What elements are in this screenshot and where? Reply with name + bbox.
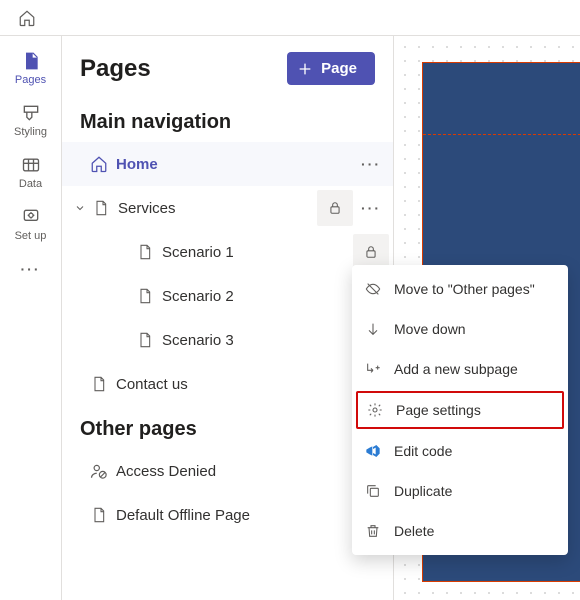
context-menu: Move to "Other pages" Move down Add a ne… [352,265,568,555]
other-pages-tree: Access Denied Default Offline Page [62,449,393,537]
tree-item-label: Scenario 1 [162,244,234,261]
cm-label: Move to "Other pages" [394,281,535,297]
left-rail: Pages Styling Data Set up ··· [0,36,62,600]
tree-item-label: Home [116,156,158,173]
cm-label: Duplicate [394,483,452,499]
home-icon[interactable] [16,7,38,29]
rail-label: Pages [15,74,46,86]
tree-item-label: Access Denied [116,463,216,480]
cm-edit-code[interactable]: Edit code [352,431,568,471]
table-icon [20,154,42,176]
person-denied-icon [88,462,110,480]
cm-move-down[interactable]: Move down [352,309,568,349]
cm-duplicate[interactable]: Duplicate [352,471,568,511]
subpage-icon [364,360,382,378]
tree-item-label: Contact us [116,376,188,393]
pages-panel: Pages Page Main navigation Home ··· [62,36,394,600]
tree-item-offline[interactable]: Default Offline Page [62,493,393,537]
cm-page-settings[interactable]: Page settings [356,391,564,429]
tree-item-scenario-2[interactable]: Scenario 2 [62,274,393,318]
more-icon: ··· [20,258,42,280]
tree-item-contact[interactable]: Contact us [62,362,393,406]
panel-title: Pages [80,55,151,83]
cm-label: Add a new subpage [394,361,518,377]
cm-move-to-other[interactable]: Move to "Other pages" [352,269,568,309]
rail-label: Set up [15,230,47,242]
tree-item-home[interactable]: Home ··· [62,142,393,186]
rail-label: Styling [14,126,47,138]
page-icon [134,243,156,261]
more-icon[interactable]: ··· [353,146,389,182]
lock-icon[interactable] [317,190,353,226]
code-icon [364,442,382,460]
page-icon [88,506,110,524]
tree-item-label: Scenario 3 [162,332,234,349]
cm-label: Page settings [396,402,481,418]
rail-item-data[interactable]: Data [4,146,58,196]
preview-header [423,63,580,135]
cm-delete[interactable]: Delete [352,511,568,551]
panel-header: Pages Page [62,36,393,99]
cm-label: Move down [394,321,466,337]
rail-label: Data [19,178,42,190]
tree-item-scenario-3[interactable]: Scenario 3 [62,318,393,362]
cm-add-subpage[interactable]: Add a new subpage [352,349,568,389]
tree-item-access-denied[interactable]: Access Denied [62,449,393,493]
rail-item-more[interactable]: ··· [4,250,58,286]
main-nav-tree: Home ··· Services ··· [62,142,393,406]
setup-icon [20,206,42,228]
tree-item-scenario-1[interactable]: Scenario 1 [62,230,393,274]
rail-item-styling[interactable]: Styling [4,94,58,144]
arrow-down-icon [364,320,382,338]
tree-item-label: Services [118,200,176,217]
duplicate-icon [364,482,382,500]
more-icon[interactable]: ··· [353,190,389,226]
section-main-nav-title: Main navigation [62,99,393,142]
page-icon [88,375,110,393]
add-page-button[interactable]: Page [287,52,375,85]
rail-item-pages[interactable]: Pages [4,42,58,92]
cm-label: Edit code [394,443,452,459]
trash-icon [364,522,382,540]
top-bar [0,0,580,36]
cm-label: Delete [394,523,434,539]
add-button-label: Page [321,60,357,77]
chevron-down-icon[interactable] [70,202,90,214]
tree-item-label: Default Offline Page [116,507,250,524]
page-icon [134,287,156,305]
page-icon [90,199,112,217]
page-icon [134,331,156,349]
section-other-title: Other pages [62,406,393,449]
tree-item-services[interactable]: Services ··· [62,186,393,230]
plus-icon [297,61,313,77]
rail-item-setup[interactable]: Set up [4,198,58,248]
eye-off-icon [364,280,382,298]
page-icon [20,50,42,72]
tree-item-label: Scenario 2 [162,288,234,305]
gear-icon [366,401,384,419]
home-icon [88,155,110,173]
brush-icon [20,102,42,124]
